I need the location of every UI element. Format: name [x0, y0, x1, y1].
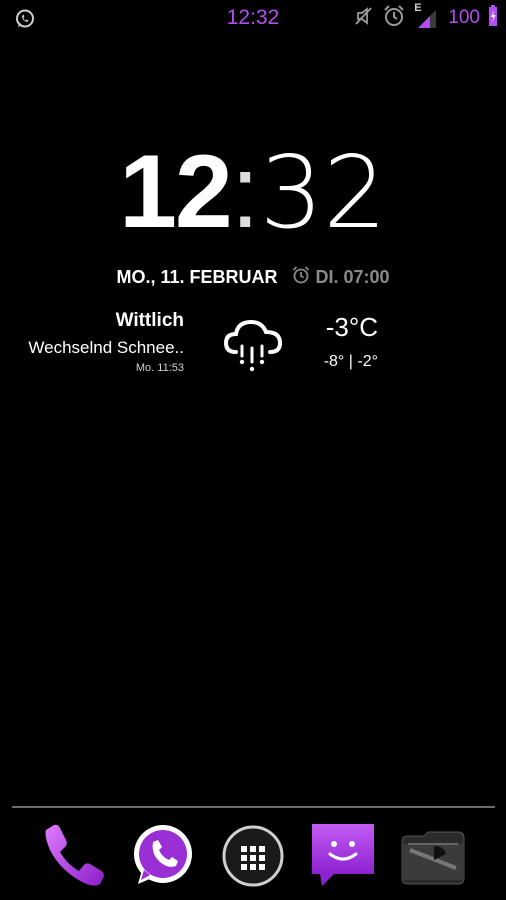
weather-condition: Wechselnd Schnee..	[28, 338, 184, 357]
date-label[interactable]: MO., 11. FEBRUAR	[116, 267, 277, 288]
weather-location-block[interactable]: Wittlich Wechselnd Schnee.. Mo. 11:53	[28, 310, 184, 374]
alarm-time: DI. 07:00	[315, 267, 390, 287]
current-temperature: -3°C	[325, 312, 378, 342]
status-icons: E 100	[352, 2, 498, 32]
snow-cloud-icon[interactable]	[222, 312, 284, 376]
weather-updated: Mo. 11:53	[135, 362, 184, 374]
dock-divider	[12, 806, 495, 808]
app-drawer-icon[interactable]	[218, 820, 288, 890]
clock-separator: :	[230, 134, 260, 250]
alarm-clock-icon	[291, 265, 311, 290]
phone-icon[interactable]	[38, 820, 108, 890]
clock-hours: 12	[119, 134, 233, 250]
clock-widget[interactable]: 12:32	[0, 140, 506, 244]
status-bar[interactable]: 12:32 E 100	[0, 0, 506, 36]
temperature-range: -8° | -2°	[323, 353, 378, 370]
next-alarm[interactable]: DI. 07:00	[291, 265, 390, 290]
date-alarm-row: MO., 11. FEBRUAR DI. 07:00	[0, 265, 506, 290]
battery-charging-icon	[488, 5, 498, 31]
signal-icon: E	[414, 2, 440, 30]
clock-minutes: 32	[259, 134, 387, 251]
battery-level: 100	[448, 7, 480, 28]
weather-location: Wittlich	[115, 310, 184, 331]
alarm-icon	[382, 4, 406, 32]
messaging-icon[interactable]	[308, 820, 378, 890]
whatsapp-icon[interactable]	[128, 820, 198, 890]
weather-temperature-block[interactable]: -3°C -8° | -2°	[324, 312, 378, 371]
pirate-app-icon[interactable]	[398, 820, 468, 890]
mute-icon	[352, 5, 374, 31]
